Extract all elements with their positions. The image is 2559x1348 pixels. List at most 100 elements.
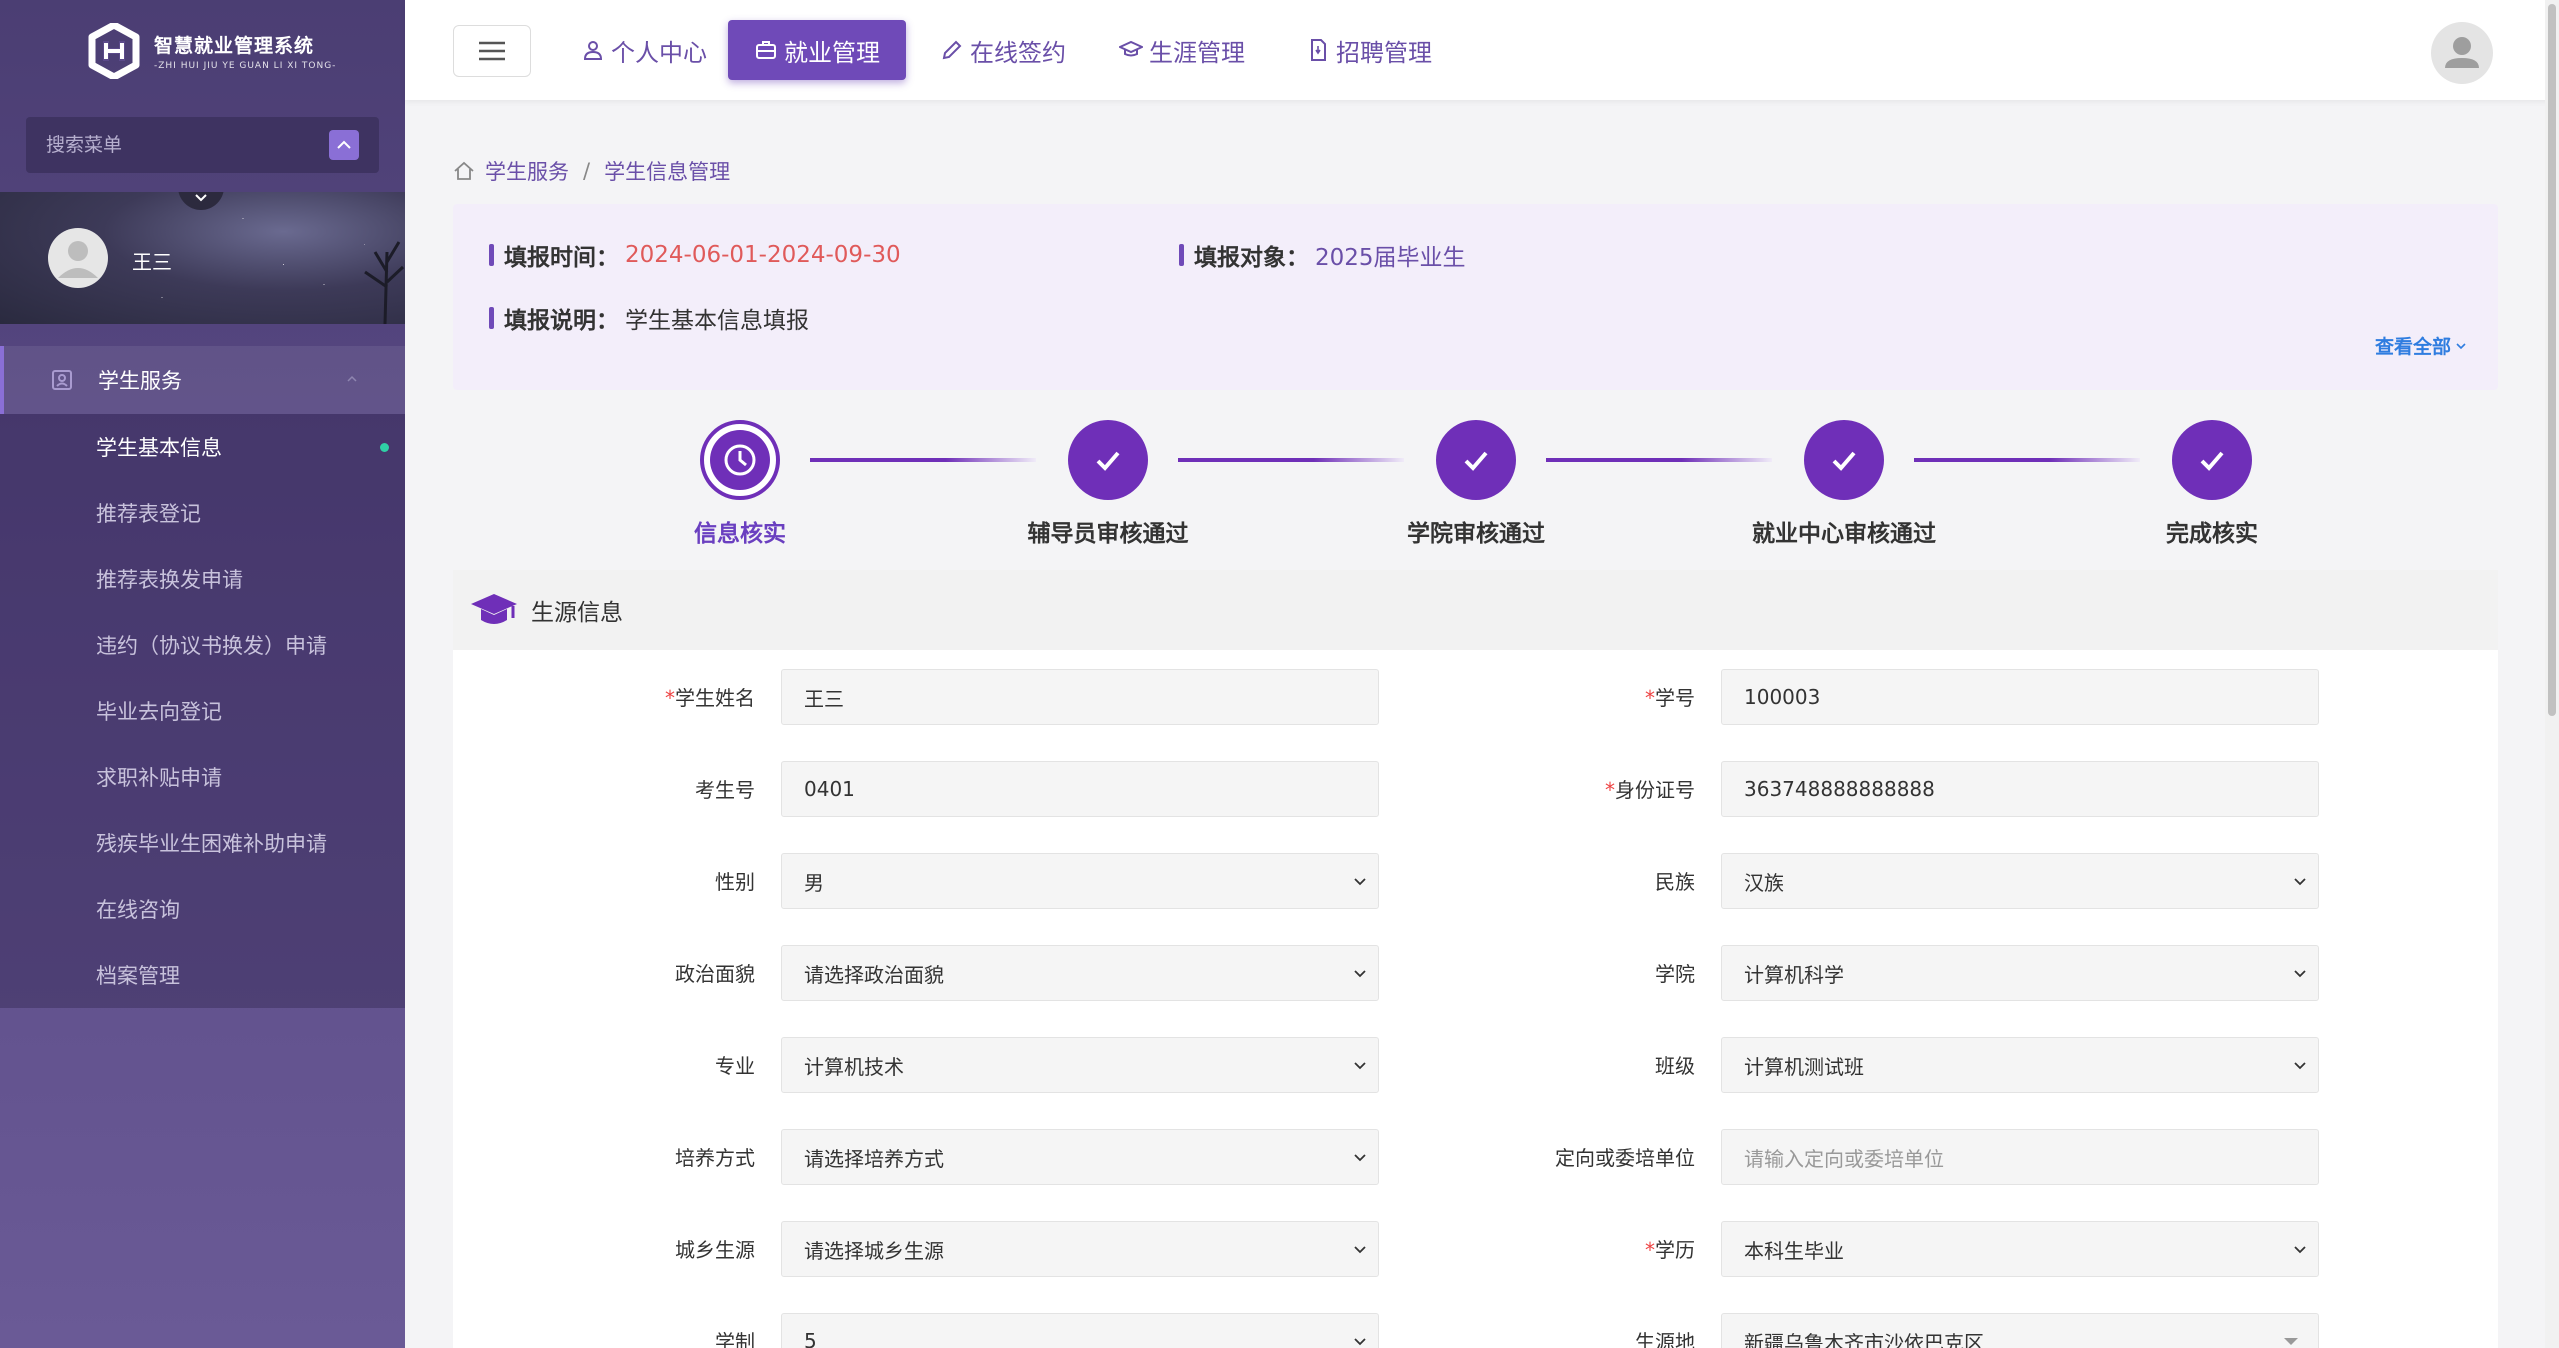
sidebar-item-label: 推荐表换发申请 [96, 568, 243, 592]
id-card-field[interactable]: 363748888888888 [1721, 761, 2319, 817]
urban-rural-select[interactable]: 请选择城乡生源 [781, 1221, 1379, 1277]
sidebar-item-label: 推荐表登记 [96, 502, 201, 526]
chevron-down-icon [1354, 1246, 1366, 1254]
fill-time: 填报时间： 2024-06-01-2024-09-30 [489, 238, 901, 272]
education-select[interactable]: 本科生毕业 [1721, 1221, 2319, 1277]
header-avatar[interactable] [2431, 22, 2493, 84]
tab-online-signing[interactable]: 在线签约 [914, 20, 1092, 80]
view-all-link[interactable]: 查看全部 [2375, 332, 2468, 359]
sidebar-item-job-subsidy[interactable]: 求职补贴申请 [0, 744, 405, 810]
chevron-down-icon [1354, 1154, 1366, 1162]
chevron-down-icon [2294, 970, 2306, 978]
step-1-label: 信息核实 [694, 521, 786, 547]
ethnicity-label: 民族 [1655, 870, 1695, 894]
fill-description-value: 学生基本信息填报 [625, 308, 809, 334]
tab-career-management[interactable]: 生涯管理 [1093, 20, 1271, 80]
tab-label: 个人中心 [611, 38, 707, 67]
fill-info-panel: 填报时间： 2024-06-01-2024-09-30 填报对象： 2025届毕… [453, 204, 2498, 390]
duration-select[interactable]: 5 [781, 1313, 1379, 1348]
gender-label: 性别 [715, 870, 755, 894]
logo-icon [88, 21, 140, 81]
step-4-label: 就业中心审核通过 [1752, 521, 1936, 547]
tab-label: 招聘管理 [1336, 38, 1432, 67]
sidebar-item-breach[interactable]: 违约（协议书换发）申请 [0, 612, 405, 678]
source-info-form: 生源信息 *学生姓名 王三 *学号 100003 考生号 0401 *身份证号 … [453, 570, 2498, 1348]
gender-select[interactable]: 男 [781, 853, 1379, 909]
sidebar-item-label: 违约（协议书换发）申请 [96, 634, 327, 658]
tab-personal-center[interactable]: 个人中心 [555, 20, 733, 80]
class-select[interactable]: 计算机测试班 [1721, 1037, 2319, 1093]
political-select[interactable]: 请选择政治面貌 [781, 945, 1379, 1001]
page-scrollbar[interactable] [2545, 0, 2559, 1348]
step-2-label: 辅导员审核通过 [1027, 521, 1189, 547]
sidebar-item-consult[interactable]: 在线咨询 [0, 876, 405, 942]
step-2-circle [1068, 420, 1148, 500]
chevron-down-icon [2294, 878, 2306, 886]
sidebar-item-basic-info[interactable]: 学生基本信息 [0, 414, 405, 480]
urban-rural-label: 城乡生源 [675, 1238, 755, 1262]
step-5-label: 完成核实 [2166, 521, 2258, 547]
sidebar-submenu: 学生基本信息 推荐表登记 推荐表换发申请 违约（协议书换发）申请 毕业去向登记 … [0, 414, 405, 1008]
sponsor-unit-field[interactable]: 请输入定向或委培单位 [1721, 1129, 2319, 1185]
chevron-down-icon [1354, 1062, 1366, 1070]
sidebar-item-disability-aid[interactable]: 残疾毕业生困难补助申请 [0, 810, 405, 876]
fill-target: 填报对象： 2025届毕业生 [1179, 238, 1466, 272]
id-card-label: *身份证号 [1605, 778, 1695, 802]
origin-label: 生源地 [1635, 1330, 1695, 1348]
fill-target-label: 填报对象： [1194, 245, 1309, 271]
form-section-title: 生源信息 [531, 600, 623, 626]
check-icon [1464, 451, 1488, 471]
collapse-menu-button[interactable] [329, 130, 359, 160]
menu-search [26, 117, 379, 173]
graduation-cap-icon [471, 594, 517, 624]
sidebar-item-label: 求职补贴申请 [96, 766, 222, 790]
user-avatar-icon [2445, 37, 2479, 68]
student-name-field[interactable]: 王三 [781, 669, 1379, 725]
tab-label: 就业管理 [784, 38, 880, 67]
tab-employment-management[interactable]: 就业管理 [728, 20, 906, 80]
education-label: *学历 [1645, 1238, 1695, 1262]
fill-time-label: 填报时间： [504, 245, 619, 271]
hamburger-button[interactable] [453, 25, 531, 77]
political-label: 政治面貌 [675, 962, 755, 986]
sidebar-item-label: 残疾毕业生困难补助申请 [96, 832, 327, 856]
logo-title: 智慧就业管理系统 [154, 35, 315, 57]
sidebar-item-archive[interactable]: 档案管理 [0, 942, 405, 1008]
fill-target-value: 2025届毕业生 [1315, 245, 1466, 271]
student-id-field[interactable]: 100003 [1721, 669, 2319, 725]
ethnicity-select[interactable]: 汉族 [1721, 853, 2319, 909]
sidebar-item-recommend-reissue[interactable]: 推荐表换发申请 [0, 546, 405, 612]
sidebar-item-label: 档案管理 [96, 964, 180, 988]
briefcase-icon [756, 41, 776, 59]
college-select[interactable]: 计算机科学 [1721, 945, 2319, 1001]
step-3-circle [1436, 420, 1516, 500]
fill-description: 填报说明： 学生基本信息填报 [489, 301, 809, 335]
chevron-down-icon [1354, 970, 1366, 978]
sidebar-item-recommend-register[interactable]: 推荐表登记 [0, 480, 405, 546]
duration-label: 学制 [715, 1330, 755, 1348]
origin-cascader[interactable]: 新疆乌鲁木齐市沙依巴克区 [1721, 1313, 2319, 1348]
sidebar-item-label: 学生基本信息 [96, 436, 222, 460]
step-connector [1914, 458, 2140, 462]
college-label: 学院 [1655, 962, 1695, 986]
avatar[interactable] [48, 228, 108, 288]
sidebar-item-destination[interactable]: 毕业去向登记 [0, 678, 405, 744]
check-icon [2200, 451, 2224, 471]
logo: 智慧就业管理系统 -ZHI HUI JIU YE GUAN LI XI TONG… [0, 0, 405, 102]
tree-decoration-icon [364, 241, 405, 324]
menu-search-input[interactable] [46, 134, 329, 156]
check-icon [1832, 451, 1856, 471]
chevron-up-icon [337, 140, 351, 149]
scrollbar-thumb[interactable] [2548, 4, 2556, 716]
graduation-cap-icon [1119, 40, 1143, 57]
sidebar-group-student-service[interactable]: 学生服务 [0, 346, 405, 414]
document-icon [1311, 39, 1326, 61]
training-mode-select[interactable]: 请选择培养方式 [781, 1129, 1379, 1185]
fill-description-label: 填报说明： [504, 308, 619, 334]
caret-down-icon [2284, 1338, 2298, 1345]
breadcrumb-root[interactable]: 学生服务 [485, 156, 569, 186]
major-select[interactable]: 计算机技术 [781, 1037, 1379, 1093]
exam-no-field[interactable]: 0401 [781, 761, 1379, 817]
chevron-down-icon [195, 194, 207, 202]
tab-recruitment-management[interactable]: 招聘管理 [1280, 20, 1458, 80]
